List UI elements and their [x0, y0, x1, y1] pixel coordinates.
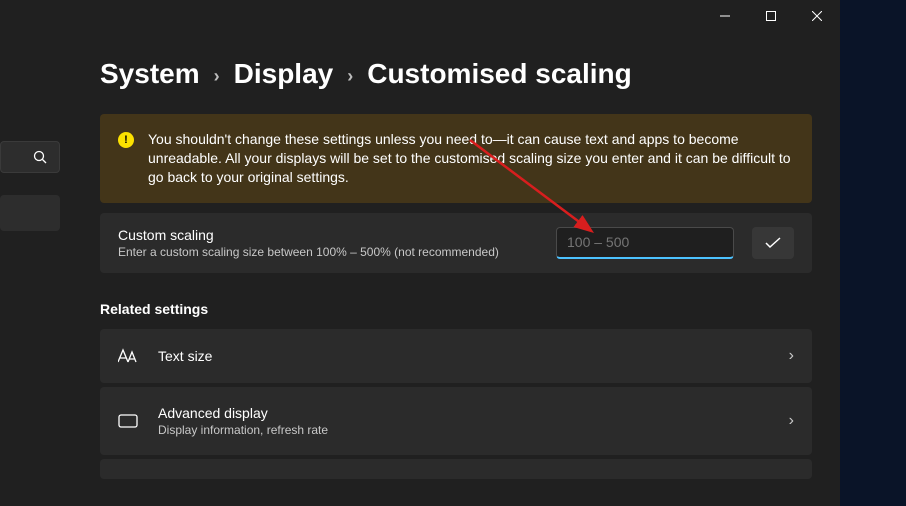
breadcrumb-display[interactable]: Display [234, 58, 334, 90]
sidebar-item-system[interactable] [0, 195, 60, 231]
settings-window: System › Display › Customised scaling ! … [0, 0, 840, 506]
maximize-button[interactable] [748, 0, 794, 32]
breadcrumb-current: Customised scaling [367, 58, 632, 90]
apply-scaling-button[interactable] [752, 227, 794, 259]
warning-banner: ! You shouldn't change these settings un… [100, 114, 812, 203]
text-size-icon [118, 348, 138, 364]
search-input[interactable] [0, 141, 60, 173]
warning-icon: ! [118, 132, 134, 148]
chevron-right-icon: › [789, 412, 794, 430]
related-settings-heading: Related settings [100, 301, 812, 317]
breadcrumb: System › Display › Customised scaling [100, 58, 812, 90]
minimize-button[interactable] [702, 0, 748, 32]
breadcrumb-system[interactable]: System [100, 58, 200, 90]
warning-text: You shouldn't change these settings unle… [148, 130, 794, 187]
custom-scaling-subtitle: Enter a custom scaling size between 100%… [118, 245, 538, 259]
row-partial[interactable] [100, 459, 812, 479]
close-button[interactable] [794, 0, 840, 32]
chevron-right-icon: › [347, 66, 353, 87]
display-icon [118, 414, 138, 428]
row-title: Advanced display [158, 405, 769, 421]
row-title: Text size [158, 348, 769, 364]
main-content: System › Display › Customised scaling ! … [100, 58, 812, 483]
row-advanced-display[interactable]: Advanced display Display information, re… [100, 387, 812, 455]
chevron-right-icon: › [214, 66, 220, 87]
custom-scaling-card: Custom scaling Enter a custom scaling si… [100, 213, 812, 273]
row-text-size[interactable]: Text size › [100, 329, 812, 383]
custom-scaling-input[interactable] [556, 227, 734, 259]
custom-scaling-title: Custom scaling [118, 227, 538, 243]
title-bar [0, 0, 840, 32]
row-subtitle: Display information, refresh rate [158, 423, 769, 437]
chevron-right-icon: › [789, 347, 794, 365]
sidebar [0, 0, 60, 506]
